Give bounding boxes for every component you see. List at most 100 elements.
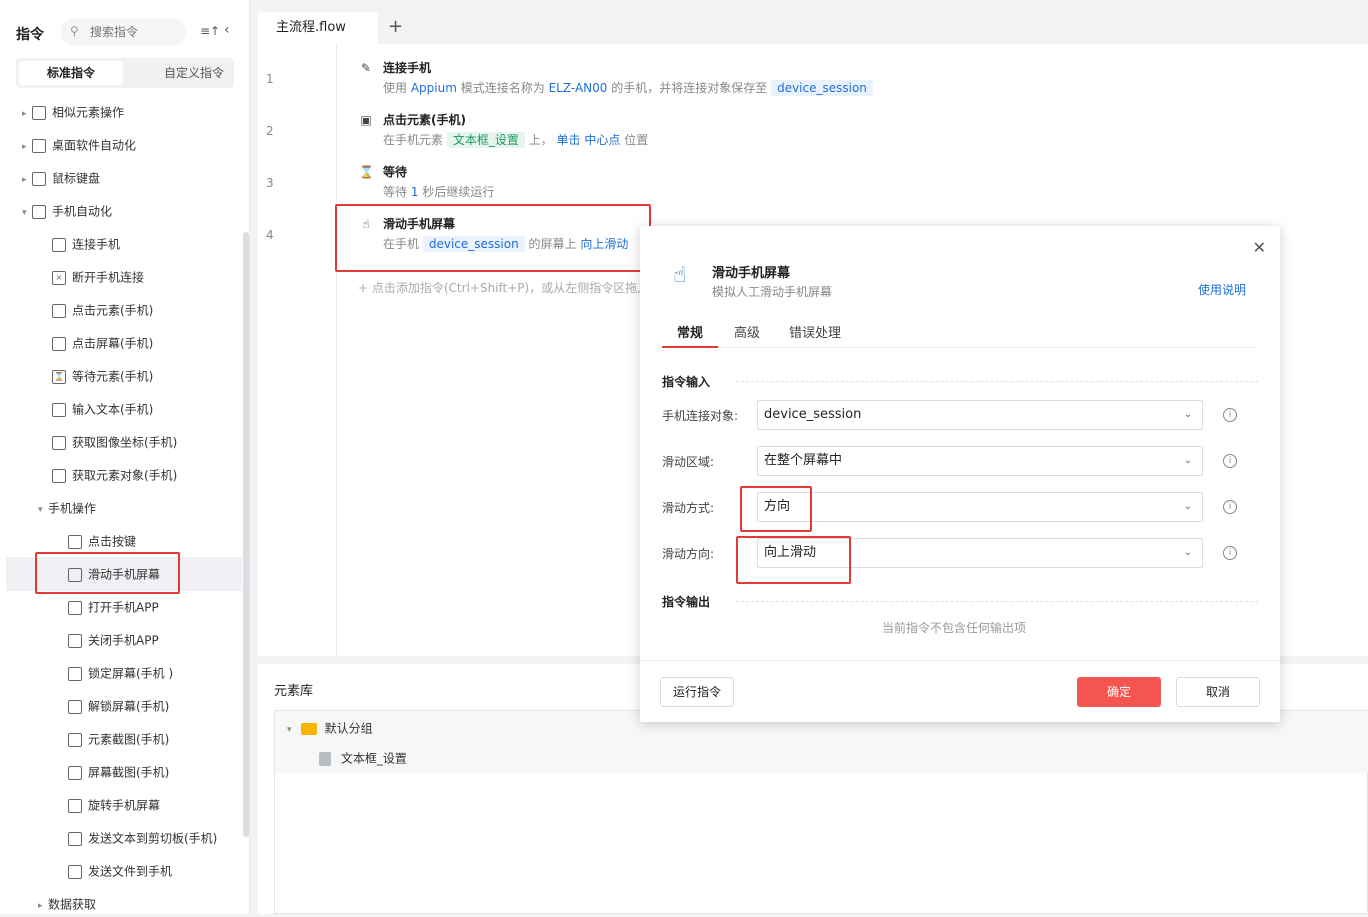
- tree-item-mobile-automation[interactable]: ▾ 手机自动化: [22, 200, 112, 222]
- no-output-message: 当前指令不包含任何输出项: [882, 621, 1027, 635]
- tree-item-mouse-keyboard[interactable]: ▸ 鼠标键盘: [22, 167, 100, 189]
- run-command-button[interactable]: 运行指令: [660, 677, 734, 707]
- field-label: 滑动区域:: [662, 455, 715, 469]
- tree-item-label: 鼠标键盘: [52, 171, 101, 186]
- collapse-icon[interactable]: ‹: [224, 22, 230, 38]
- tree-item-wait-element[interactable]: ⌛ 等待元素(手机): [52, 365, 153, 387]
- search-input[interactable]: [90, 23, 180, 41]
- file-tab-bar: 主流程.flow +: [258, 12, 1368, 44]
- add-tab-icon[interactable]: +: [388, 16, 403, 37]
- desc-text: 位置: [624, 133, 649, 147]
- tree-item-label: 等待元素(手机): [72, 369, 154, 384]
- select-value: device_session: [764, 407, 862, 422]
- confirm-button[interactable]: 确定: [1077, 677, 1161, 707]
- folder-icon: [300, 722, 317, 735]
- swipe-area-select[interactable]: 在整个屏幕中 ⌄: [757, 446, 1203, 476]
- tab-advanced[interactable]: 高级: [734, 322, 760, 348]
- info-icon[interactable]: i: [1223, 408, 1237, 422]
- group-label: 默认分组: [324, 721, 373, 736]
- collapse-arrow-icon: ▾: [38, 505, 43, 515]
- sidebar-scrollbar[interactable]: [243, 232, 249, 837]
- desc-text: 使用: [383, 81, 408, 95]
- step-title[interactable]: 连接手机: [383, 59, 431, 76]
- swipe-mode-select[interactable]: 方向 ⌄: [757, 492, 1203, 522]
- section-divider: [736, 601, 1258, 602]
- tree-item-unlock-screen[interactable]: 解锁屏幕(手机): [68, 695, 169, 717]
- tree-item-element-screenshot[interactable]: 元素截图(手机): [68, 728, 169, 750]
- info-icon[interactable]: i: [1223, 546, 1237, 560]
- send-file-icon: [68, 864, 82, 879]
- tree-item-label: 发送文本到剪切板(手机): [88, 831, 218, 846]
- disconnect-icon: ×: [52, 270, 66, 285]
- tree-item-press-key[interactable]: 点击按键: [68, 530, 136, 552]
- desc-value: ELZ-AN00: [548, 81, 608, 95]
- info-icon[interactable]: i: [1223, 454, 1237, 468]
- add-command-hint[interactable]: + 点击添加指令(Ctrl+Shift+P)，或从左侧指令区拖入: [358, 279, 649, 296]
- sort-icon[interactable]: ≡↑: [200, 24, 220, 38]
- rotate-icon: [68, 798, 82, 813]
- info-icon[interactable]: i: [1223, 500, 1237, 514]
- step-description[interactable]: 使用 Appium 模式连接名称为 ELZ-AN00 的手机，并将连接对象保存至…: [383, 79, 873, 96]
- element-label: 文本框_设置: [340, 751, 407, 766]
- step-title[interactable]: 等待: [383, 163, 407, 180]
- tree-item-phone-operations[interactable]: ▾ 手机操作: [38, 497, 96, 519]
- search-icon: ⚲: [70, 24, 79, 38]
- tree-item-label: 元素截图(手机): [88, 732, 170, 747]
- tree-item-label: 断开手机连接: [72, 270, 145, 285]
- tab-main-flow[interactable]: 主流程.flow: [258, 12, 378, 44]
- search-box[interactable]: ⚲: [60, 18, 186, 46]
- tree-item-send-file[interactable]: 发送文件到手机: [68, 860, 172, 882]
- tree-item-element-object[interactable]: 获取元素对象(手机): [52, 464, 177, 486]
- tree-item-desktop-automation[interactable]: ▸ 桌面软件自动化: [22, 134, 136, 156]
- tree-item-similar-elements[interactable]: ▸ 相似元素操作: [22, 101, 124, 123]
- phone-connection-select[interactable]: device_session ⌄: [757, 400, 1203, 430]
- chevron-down-icon: ⌄: [1183, 547, 1192, 558]
- tree-item-label: 获取元素对象(手机): [72, 468, 178, 483]
- tree-item-disconnect-phone[interactable]: × 断开手机连接: [52, 266, 144, 288]
- step-title[interactable]: 点击元素(手机): [383, 111, 466, 128]
- collapse-arrow-icon: ▾: [22, 208, 27, 218]
- element-item[interactable]: 文本框_设置: [319, 747, 407, 769]
- step-description[interactable]: 在手机元素 文本框_设置 上， 单击 中心点 位置: [383, 131, 648, 148]
- tab-custom-commands[interactable]: 自定义指令: [142, 61, 246, 85]
- step-description[interactable]: 等待 1 秒后继续运行: [383, 183, 494, 200]
- tree-item-image-coordinates[interactable]: 获取图像坐标(手机): [52, 431, 177, 453]
- chevron-down-icon: ⌄: [1183, 409, 1192, 420]
- connect-icon: [52, 237, 66, 252]
- tree-item-label: 桌面软件自动化: [52, 138, 137, 153]
- tree-item-label: 锁定屏幕(手机 ): [88, 666, 174, 681]
- tree-item-data-acquisition[interactable]: ▸ 数据获取: [38, 893, 96, 915]
- tree-item-tap-screen[interactable]: 点击屏幕(手机): [52, 332, 153, 354]
- help-link[interactable]: 使用说明: [1198, 281, 1246, 298]
- tab-standard-commands[interactable]: 标准指令: [19, 61, 123, 85]
- section-divider: [736, 381, 1258, 382]
- tree-item-tap-element[interactable]: 点击元素(手机): [52, 299, 153, 321]
- desc-value: Appium: [410, 81, 457, 95]
- input-section-title: 指令输入: [662, 375, 711, 389]
- tree-item-label: 点击屏幕(手机): [72, 336, 154, 351]
- tap-element-icon: ▣: [360, 113, 372, 127]
- tree-item-screen-screenshot[interactable]: 屏幕截图(手机): [68, 761, 169, 783]
- close-icon[interactable]: ✕: [1253, 238, 1266, 257]
- element-group[interactable]: ▾ 默认分组: [287, 717, 373, 739]
- chevron-down-icon: ⌄: [1183, 501, 1192, 512]
- dialog-subtitle: 模拟人工滑动手机屏幕: [712, 285, 833, 299]
- hourglass-icon: ⌛: [52, 369, 66, 384]
- tree-item-send-text-clipboard[interactable]: 发送文本到剪切板(手机): [68, 827, 217, 849]
- open-app-icon: [68, 600, 82, 615]
- tree-item-input-text[interactable]: 输入文本(手机): [52, 398, 153, 420]
- desc-value: 单击: [556, 133, 581, 147]
- desc-element: 文本框_设置: [446, 132, 525, 148]
- tree-item-rotate-screen[interactable]: 旋转手机屏幕: [68, 794, 160, 816]
- tab-general[interactable]: 常规: [662, 322, 718, 348]
- tree-item-close-app[interactable]: 关闭手机APP: [68, 629, 159, 651]
- command-type-switch: 标准指令 自定义指令: [16, 58, 234, 88]
- tab-error-handling[interactable]: 错误处理: [789, 322, 841, 348]
- tree-item-lock-screen[interactable]: 锁定屏幕(手机 ): [68, 662, 173, 684]
- cancel-button[interactable]: 取消: [1176, 677, 1260, 707]
- image-coord-icon: [52, 435, 66, 450]
- tree-item-connect-phone[interactable]: 连接手机: [52, 233, 120, 255]
- phone-icon: [32, 204, 46, 219]
- tree-item-open-app[interactable]: 打开手机APP: [68, 596, 159, 618]
- desc-value: 中心点: [584, 133, 621, 147]
